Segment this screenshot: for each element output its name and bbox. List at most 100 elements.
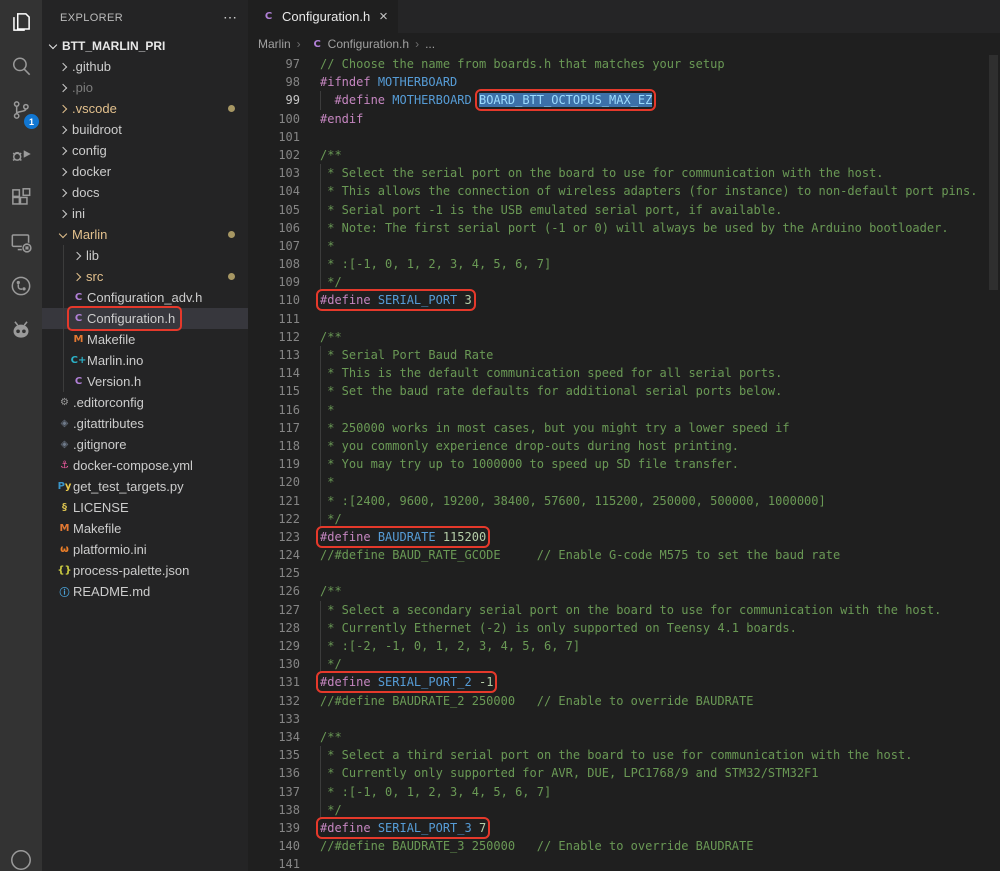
- tree-item-ini[interactable]: ini: [42, 203, 248, 224]
- line-number: 100: [248, 110, 300, 128]
- tree-item-version-h[interactable]: CVersion.h: [42, 371, 248, 392]
- chevron-down-icon: [56, 233, 72, 237]
- tree-item-get-test-targets-py[interactable]: Pyget_test_targets.py: [42, 476, 248, 497]
- git-graph-icon[interactable]: [0, 264, 42, 308]
- line-number: 126: [248, 582, 300, 600]
- tree-item--pio[interactable]: .pio: [42, 77, 248, 98]
- code-line-104: 104 * This allows the connection of wire…: [248, 182, 1000, 200]
- explorer-title: EXPLORER: [60, 12, 223, 24]
- tree-item-makefile[interactable]: MMakefile: [42, 518, 248, 539]
- chevron-right-icon: [56, 127, 72, 133]
- code-line-105: 105 * Serial port -1 is the USB emulated…: [248, 201, 1000, 219]
- code-line-136: 136 * Currently only supported for AVR, …: [248, 764, 1000, 782]
- breadcrumb-symbol[interactable]: ...: [425, 37, 435, 51]
- tree-item-label: Makefile: [73, 521, 121, 536]
- code-line-106: 106 * Note: The first serial port (-1 or…: [248, 219, 1000, 237]
- line-number: 103: [248, 164, 300, 182]
- breadcrumb: Marlin › C Configuration.h › ...: [248, 33, 1000, 55]
- remote-explorer-icon[interactable]: [0, 220, 42, 264]
- tree-item--github[interactable]: .github: [42, 56, 248, 77]
- tree-item-platformio-ini[interactable]: ωplatformio.ini: [42, 539, 248, 560]
- annotation-red-box: #define SERIAL_PORT_3 7: [320, 821, 486, 835]
- line-number: 125: [248, 564, 300, 582]
- tree-item-configuration-h[interactable]: CConfiguration.h: [42, 308, 248, 329]
- code-line-109: 109 */: [248, 273, 1000, 291]
- tree-item-docker-compose-yml[interactable]: ⚓docker-compose.yml: [42, 455, 248, 476]
- tree-item-label: Version.h: [87, 374, 141, 389]
- tree-item-license[interactable]: §LICENSE: [42, 497, 248, 518]
- breadcrumb-folder[interactable]: Marlin: [258, 37, 291, 51]
- line-number: 106: [248, 219, 300, 237]
- tab-close-icon[interactable]: ×: [379, 9, 388, 24]
- tree-item-lib[interactable]: lib: [42, 245, 248, 266]
- account-icon[interactable]: [0, 839, 42, 871]
- code-line-97: 97// Choose the name from boards.h that …: [248, 55, 1000, 73]
- tree-item-label: docker-compose.yml: [73, 458, 193, 473]
- code-line-98: 98#ifndef MOTHERBOARD: [248, 73, 1000, 91]
- tree-item-docs[interactable]: docs: [42, 182, 248, 203]
- tree-item-label: .github: [72, 59, 111, 74]
- tree-item--gitignore[interactable]: ◈.gitignore: [42, 434, 248, 455]
- code-line-139: 139 #define SERIAL_PORT_3 7: [248, 819, 1000, 837]
- tree-item-readme-md[interactable]: ⓘREADME.md: [42, 581, 248, 602]
- breadcrumb-file[interactable]: Configuration.h: [328, 37, 409, 51]
- code-line-124: 124//#define BAUD_RATE_GCODE // Enable G…: [248, 546, 1000, 564]
- code-line-131: 131#define SERIAL_PORT_2 -1: [248, 673, 1000, 691]
- tree-item-label: docker: [72, 164, 111, 179]
- tree-item--editorconfig[interactable]: ⚙.editorconfig: [42, 392, 248, 413]
- tree-item-process-palette-json[interactable]: {}process-palette.json: [42, 560, 248, 581]
- editor-scrollbar[interactable]: [989, 55, 998, 290]
- code-line-134: 134/**: [248, 728, 1000, 746]
- line-number: 97: [248, 55, 300, 73]
- info-file-icon: ⓘ: [56, 584, 73, 599]
- tree-item-marlin-ino[interactable]: C+Marlin.ino: [42, 350, 248, 371]
- tree-item-docker[interactable]: docker: [42, 161, 248, 182]
- tree-item-marlin[interactable]: Marlin: [42, 224, 248, 245]
- code-line-103: 103 * Select the serial port on the boar…: [248, 164, 1000, 182]
- code-line-141: 141: [248, 855, 1000, 871]
- more-actions-icon[interactable]: ⋯: [223, 9, 238, 26]
- annotation-red-box: #define BAUDRATE 115200: [320, 530, 486, 544]
- git-file-icon: ◈: [56, 439, 73, 450]
- tree-item-makefile[interactable]: MMakefile: [42, 329, 248, 350]
- code-line-129: 129 * :[-2, -1, 0, 1, 2, 3, 4, 5, 6, 7]: [248, 637, 1000, 655]
- run-and-debug-icon[interactable]: [0, 132, 42, 176]
- search-icon[interactable]: [0, 44, 42, 88]
- tree-item-label: platformio.ini: [73, 542, 147, 557]
- tree-item-label: README.md: [73, 584, 150, 599]
- line-number: 123: [248, 528, 300, 546]
- line-number: 130: [248, 655, 300, 673]
- tab-configuration-h[interactable]: C Configuration.h ×: [248, 0, 398, 33]
- chevron-right-icon: [56, 148, 72, 154]
- line-number: 131: [248, 673, 300, 691]
- code-line-120: 120 *: [248, 473, 1000, 491]
- tree-item-src[interactable]: src: [42, 266, 248, 287]
- extensions-icon[interactable]: [0, 176, 42, 220]
- tree-item-label: docs: [72, 185, 99, 200]
- platformio-icon[interactable]: [0, 308, 42, 352]
- chevron-right-icon: [56, 106, 72, 112]
- tree-item--gitattributes[interactable]: ◈.gitattributes: [42, 413, 248, 434]
- tree-item-buildroot[interactable]: buildroot: [42, 119, 248, 140]
- c-file-icon: C: [70, 292, 87, 303]
- line-number: 108: [248, 255, 300, 273]
- tree-item-btt-marlin-pri[interactable]: BTT_MARLIN_PRI: [42, 35, 248, 56]
- tree-item--vscode[interactable]: .vscode: [42, 98, 248, 119]
- line-number: 104: [248, 182, 300, 200]
- line-number: 139: [248, 819, 300, 837]
- tree-item-config[interactable]: config: [42, 140, 248, 161]
- code-line-128: 128 * Currently Ethernet (-2) is only su…: [248, 619, 1000, 637]
- explorer-icon[interactable]: [0, 0, 42, 44]
- code-area[interactable]: 97// Choose the name from boards.h that …: [248, 55, 1000, 871]
- c-file-icon: C: [70, 376, 87, 387]
- tree-item-label: .editorconfig: [73, 395, 144, 410]
- breadcrumb-separator-icon: ›: [415, 37, 419, 51]
- line-number: 135: [248, 746, 300, 764]
- tree-item-label: .vscode: [72, 101, 117, 116]
- line-number: 137: [248, 783, 300, 801]
- line-number: 118: [248, 437, 300, 455]
- tree-item-configuration-adv-h[interactable]: CConfiguration_adv.h: [42, 287, 248, 308]
- source-control-icon[interactable]: 1: [0, 88, 42, 132]
- license-file-icon: §: [56, 502, 73, 513]
- ino-file-icon: C+: [70, 355, 87, 366]
